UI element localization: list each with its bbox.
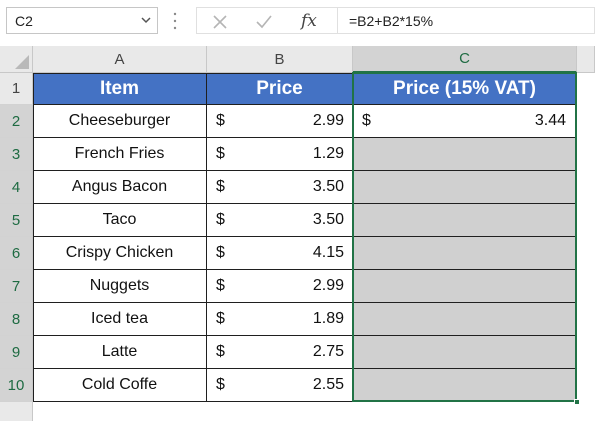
name-box[interactable]: C2 [6, 7, 158, 34]
vat-cell[interactable] [353, 204, 577, 237]
header-price-vat-cell[interactable]: Price (15% VAT) [353, 73, 577, 105]
vat-cell[interactable] [353, 336, 577, 369]
active-cell[interactable]: $3.44 [353, 105, 577, 138]
price-cell[interactable]: $2.99 [207, 105, 353, 138]
currency-symbol: $ [216, 310, 225, 327]
price-value: 4.15 [312, 244, 344, 261]
cancel-icon[interactable] [211, 13, 229, 31]
drag-handle-icon[interactable] [172, 11, 178, 31]
price-value: 2.99 [312, 112, 344, 129]
fill-handle[interactable] [574, 399, 580, 405]
item-cell[interactable]: Nuggets [33, 270, 207, 303]
row-header-7[interactable]: 7 [0, 270, 33, 303]
currency-symbol: $ [216, 112, 225, 129]
column-header-b[interactable]: B [207, 46, 353, 73]
currency-symbol: $ [216, 277, 225, 294]
item-cell[interactable]: Cold Coffe [33, 369, 207, 402]
row-header-5[interactable]: 5 [0, 204, 33, 237]
price-value: 2.55 [312, 376, 344, 393]
header-price-cell[interactable]: Price [207, 73, 353, 105]
vat-value: 3.44 [534, 112, 566, 129]
currency-symbol: $ [216, 211, 225, 228]
column-header-d[interactable] [577, 46, 595, 73]
row-header-8[interactable]: 8 [0, 303, 33, 336]
item-cell[interactable]: French Fries [33, 138, 207, 171]
row-header-4[interactable]: 4 [0, 171, 33, 204]
item-cell[interactable]: Taco [33, 204, 207, 237]
vat-cell[interactable] [353, 171, 577, 204]
vat-cell[interactable] [353, 369, 577, 402]
row-header-6[interactable]: 6 [0, 237, 33, 270]
name-box-value: C2 [15, 13, 33, 29]
formula-buttons: fx [196, 7, 338, 34]
item-cell[interactable]: Iced tea [33, 303, 207, 336]
currency-symbol: $ [216, 145, 225, 162]
price-cell[interactable]: $3.50 [207, 204, 353, 237]
item-cell[interactable]: Latte [33, 336, 207, 369]
price-cell[interactable]: $2.55 [207, 369, 353, 402]
price-value: 3.50 [312, 178, 344, 195]
price-cell[interactable]: $2.99 [207, 270, 353, 303]
spreadsheet-grid: ABC 1 2 3 4 5 6 7 8 9 10 Item Price Price (15% VAT)… [0, 46, 595, 421]
select-all-corner[interactable] [0, 46, 33, 73]
formula-input[interactable]: =B2+B2*15% [338, 7, 595, 34]
item-cell[interactable]: Cheeseburger [33, 105, 207, 138]
currency-symbol: $ [216, 343, 225, 360]
currency-symbol: $ [216, 178, 225, 195]
price-cell[interactable]: $1.89 [207, 303, 353, 336]
price-cell[interactable]: $3.50 [207, 171, 353, 204]
row-header-3[interactable]: 3 [0, 138, 33, 171]
row-header-9[interactable]: 9 [0, 336, 33, 369]
price-value: 1.29 [312, 145, 344, 162]
insert-function-button[interactable]: fx [301, 11, 319, 31]
currency-symbol: $ [216, 244, 225, 261]
enter-check-icon[interactable] [255, 13, 273, 31]
column-header-c[interactable]: C [353, 46, 577, 73]
row-header-11[interactable] [0, 402, 33, 421]
formula-bar: C2 fx =B2+B2*15% [0, 0, 595, 46]
item-cell[interactable]: Angus Bacon [33, 171, 207, 204]
formula-text: =B2+B2*15% [349, 13, 434, 29]
vat-cell[interactable] [353, 237, 577, 270]
chevron-down-icon[interactable] [141, 16, 151, 24]
vat-cell[interactable] [353, 270, 577, 303]
price-cell[interactable]: $4.15 [207, 237, 353, 270]
item-cell[interactable]: Crispy Chicken [33, 237, 207, 270]
select-all-icon [15, 55, 29, 69]
price-value: 2.75 [312, 343, 344, 360]
price-cell[interactable]: $1.29 [207, 138, 353, 171]
price-value: 1.89 [312, 310, 344, 327]
price-value: 3.50 [312, 211, 344, 228]
header-item-cell[interactable]: Item [33, 73, 207, 105]
currency-symbol: $ [216, 376, 225, 393]
vat-cell[interactable] [353, 303, 577, 336]
price-cell[interactable]: $2.75 [207, 336, 353, 369]
row-header-10[interactable]: 10 [0, 369, 33, 402]
currency-symbol: $ [362, 112, 371, 129]
price-value: 2.99 [312, 277, 344, 294]
column-header-a[interactable]: A [33, 46, 207, 73]
row-header-1[interactable]: 1 [0, 73, 33, 105]
row-header-2[interactable]: 2 [0, 105, 33, 138]
vat-cell[interactable] [353, 138, 577, 171]
